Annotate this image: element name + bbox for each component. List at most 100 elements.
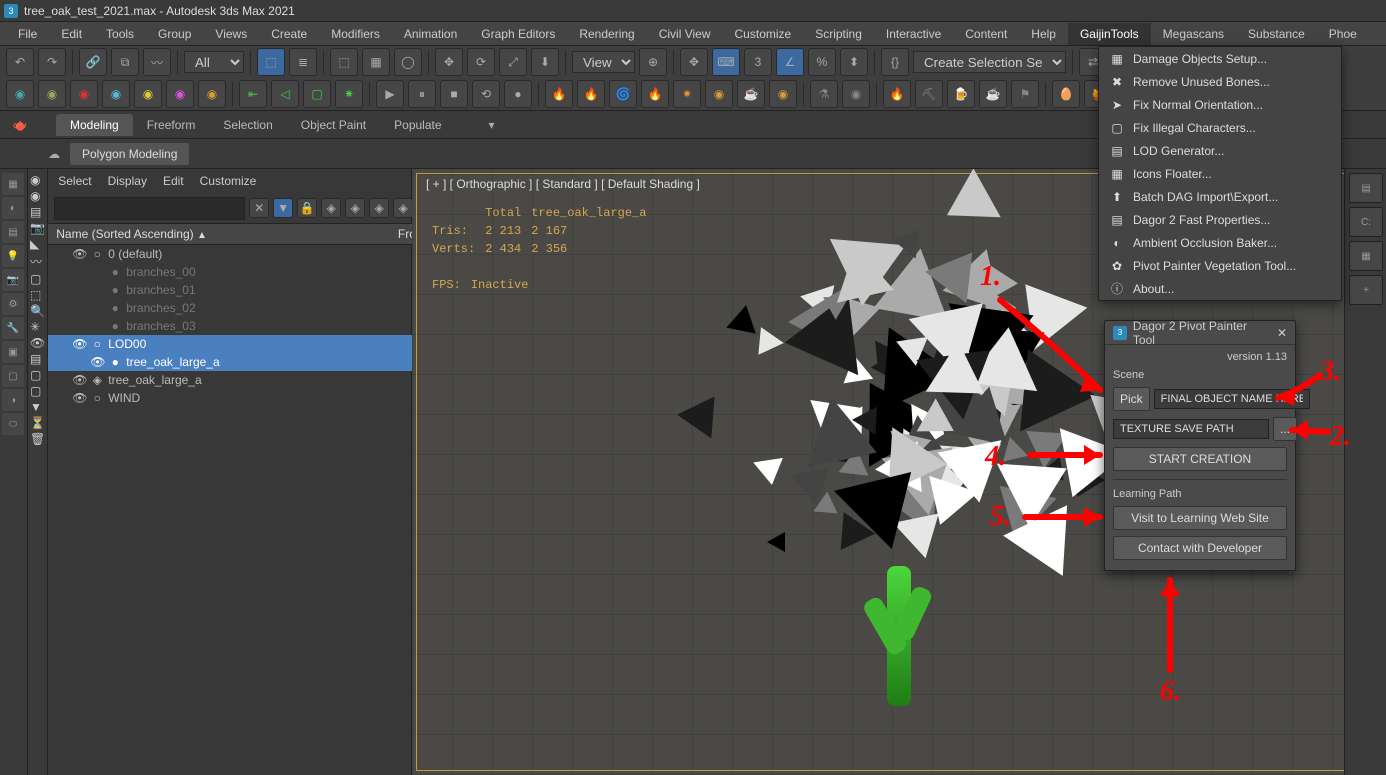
menu-item[interactable]: ▦Damage Objects Setup... [1099, 47, 1341, 70]
tree-row[interactable]: ●branches_03 [48, 317, 443, 335]
fx-icon-8[interactable]: ◉ [769, 80, 797, 108]
rotate-button[interactable]: ⟳ [467, 48, 495, 76]
unlink-button[interactable]: ⧉ [111, 48, 139, 76]
exp-ico[interactable]: ◉ [30, 173, 45, 187]
explorer-menu-display[interactable]: Display [108, 174, 147, 188]
left-icon[interactable]: ▢ [2, 365, 24, 387]
clear-filter-icon[interactable]: ✕ [249, 198, 269, 218]
menu-item[interactable]: ✿Pivot Painter Vegetation Tool... [1099, 254, 1341, 277]
fx-icon-16[interactable]: 🥚 [1052, 80, 1080, 108]
menu-group[interactable]: Group [146, 23, 203, 45]
left-icon[interactable]: ▣ [2, 341, 24, 363]
exp-ico[interactable]: ▤ [30, 205, 45, 219]
menu-phoe[interactable]: Phoe [1317, 23, 1369, 45]
menu-scripting[interactable]: Scripting [803, 23, 874, 45]
menu-item[interactable]: ▦Icons Floater... [1099, 162, 1341, 185]
angle-snap-button[interactable]: ∠ [776, 48, 804, 76]
tree-row[interactable]: ●branches_02 [48, 299, 443, 317]
menu-item[interactable]: ▢Fix Illegal Characters... [1099, 116, 1341, 139]
spinner-snap-button[interactable]: ⬍ [840, 48, 868, 76]
left-icon[interactable]: ⚙ [2, 293, 24, 315]
fx-icon-3[interactable]: 🌀 [609, 80, 637, 108]
category-icon-1[interactable]: ◉ [6, 80, 34, 108]
fx-icon-13[interactable]: 🍺 [947, 80, 975, 108]
menu-item[interactable]: ➤Fix Normal Orientation... [1099, 93, 1341, 116]
menu-edit[interactable]: Edit [49, 23, 94, 45]
left-icon[interactable]: 📷 [2, 269, 24, 291]
left-icon[interactable]: 🔧 [2, 317, 24, 339]
layers-icon-3[interactable]: ◈ [393, 198, 413, 218]
select-object-button[interactable]: ⬚ [257, 48, 285, 76]
ribbon-tab-populate[interactable]: Populate [380, 114, 455, 136]
fx-icon-6[interactable]: ◉ [705, 80, 733, 108]
named-selection-dropdown[interactable]: Create Selection Se [913, 51, 1066, 73]
category-icon-6[interactable]: ◉ [166, 80, 194, 108]
exp-ico[interactable]: 📷 [30, 221, 45, 235]
pick-button[interactable]: Pick [1113, 387, 1150, 411]
exp-ico[interactable]: 👁 [30, 336, 45, 350]
menu-item[interactable]: ▤LOD Generator... [1099, 139, 1341, 162]
final-object-name-input[interactable] [1154, 389, 1310, 409]
ribbon-tab-selection[interactable]: Selection [209, 114, 286, 136]
exp-ico[interactable]: ⬚ [30, 288, 45, 302]
pivot-center-button[interactable]: ⊕ [639, 48, 667, 76]
menu-civil view[interactable]: Civil View [647, 23, 723, 45]
fx-icon-1[interactable]: 🔥 [545, 80, 573, 108]
exp-ico[interactable]: 🔍 [30, 304, 45, 318]
texture-save-path-input[interactable] [1113, 419, 1269, 439]
category-icon-7[interactable]: ◉ [198, 80, 226, 108]
goto-start-icon[interactable]: ⇤ [239, 80, 267, 108]
add-layer-icon[interactable]: ◈ [345, 198, 365, 218]
pivot-painter-dialog[interactable]: 3 Dagor 2 Pivot Painter Tool ✕ version 1… [1104, 320, 1296, 571]
manipulate-button[interactable]: ✥ [680, 48, 708, 76]
dialog-close-button[interactable]: ✕ [1277, 326, 1287, 340]
menu-animation[interactable]: Animation [392, 23, 469, 45]
ribbon-expand-icon[interactable]: ▾ [478, 111, 506, 139]
menu-file[interactable]: File [6, 23, 49, 45]
tree-row[interactable]: 👁●tree_oak_large_a [48, 353, 443, 371]
exp-ico[interactable]: ▼ [30, 400, 45, 414]
menu-create[interactable]: Create [259, 23, 319, 45]
menu-modifiers[interactable]: Modifiers [319, 23, 392, 45]
exp-ico[interactable]: ⏳ [30, 416, 45, 430]
cloud-icon[interactable]: ☁ [40, 140, 68, 168]
named-selection-button[interactable]: {} [881, 48, 909, 76]
visibility-toggle-icon[interactable]: 👁 [90, 355, 104, 369]
teapot-icon[interactable]: 🫖 [6, 111, 34, 139]
exp-ico[interactable]: 〰 [30, 253, 45, 270]
tree-row[interactable]: ●branches_01 [48, 281, 443, 299]
right-icon[interactable]: ▦ [1349, 241, 1383, 271]
play-button[interactable]: ▶ [376, 80, 404, 108]
explorer-menu-select[interactable]: Select [58, 174, 91, 188]
menu-item[interactable]: ✖Remove Unused Bones... [1099, 70, 1341, 93]
undo-button[interactable]: ↶ [6, 48, 34, 76]
select-region-button[interactable]: ⬚ [330, 48, 358, 76]
lock-icon[interactable]: 🔒 [297, 198, 317, 218]
visit-learning-button[interactable]: Visit to Learning Web Site [1113, 506, 1287, 530]
prev-frame-icon[interactable]: ◁ [271, 80, 299, 108]
loop-button[interactable]: ⟲ [472, 80, 500, 108]
left-icon[interactable]: ▦ [2, 173, 24, 195]
menu-graph editors[interactable]: Graph Editors [469, 23, 567, 45]
stop-button[interactable]: ■ [440, 80, 468, 108]
menu-substance[interactable]: Substance [1236, 23, 1317, 45]
link-button[interactable]: 🔗 [79, 48, 107, 76]
right-icon[interactable]: C: [1349, 207, 1383, 237]
layers-icon-2[interactable]: ◈ [369, 198, 389, 218]
visibility-toggle-icon[interactable]: 👁 [72, 373, 86, 387]
right-icon[interactable]: + [1349, 275, 1383, 305]
visibility-toggle-icon[interactable]: 👁 [72, 391, 86, 405]
burst-icon[interactable]: ✷ [335, 80, 363, 108]
ref-coord-dropdown[interactable]: View [572, 51, 635, 73]
left-icon[interactable]: ▤ [2, 221, 24, 243]
snaps-toggle-button[interactable]: 3 [744, 48, 772, 76]
exp-ico[interactable]: ▤ [30, 352, 45, 366]
category-icon-2[interactable]: ◉ [38, 80, 66, 108]
ribbon-tab-object-paint[interactable]: Object Paint [287, 114, 380, 136]
explorer-menu-edit[interactable]: Edit [163, 174, 184, 188]
tree-row[interactable]: 👁○WIND [48, 389, 443, 407]
menu-views[interactable]: Views [203, 23, 259, 45]
dialog-titlebar[interactable]: 3 Dagor 2 Pivot Painter Tool ✕ [1105, 321, 1295, 345]
ribbon-panel-polygon-modeling[interactable]: Polygon Modeling [70, 143, 189, 165]
script-icon[interactable]: ▢ [303, 80, 331, 108]
